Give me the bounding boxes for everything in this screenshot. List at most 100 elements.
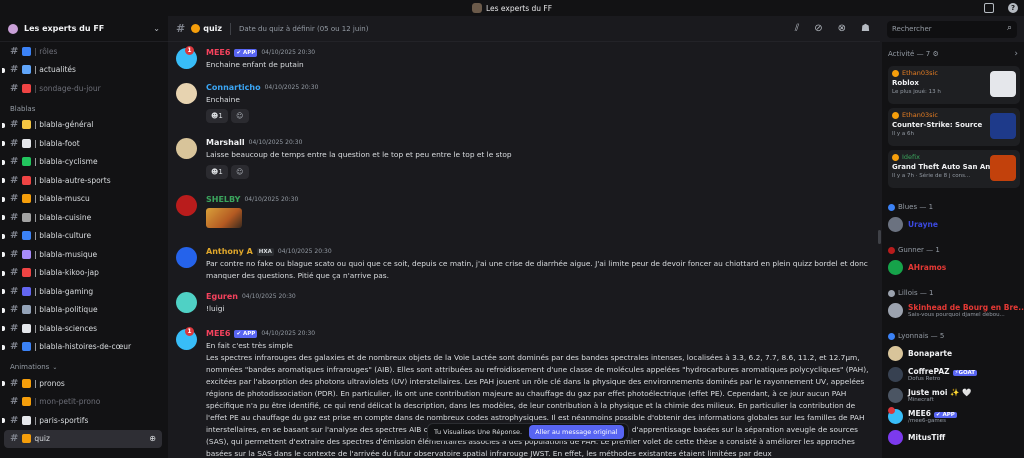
channel-blabla-foot[interactable]: # | blabla-foot (0, 134, 168, 153)
member-status: Minecraft (908, 397, 934, 403)
channel-blabla-muscu[interactable]: # | blabla-muscu (0, 190, 168, 209)
member-item[interactable]: CoffrePAZ ⚡GOAT Dofus Retro (888, 364, 1020, 385)
jump-to-original-button[interactable]: Aller au message original (529, 425, 624, 439)
member-status: Sais-vous pourquoi djamel débou... (908, 312, 1005, 318)
threads-icon[interactable]: ⫽ (795, 23, 799, 34)
activity-card[interactable]: Idefix Grand Theft Auto San And... Il y a … (888, 150, 1020, 188)
channel-label: | actualités (34, 65, 76, 75)
channel-blabla-général[interactable]: # | blabla-général (0, 116, 168, 135)
member-info: CoffrePAZ ⚡GOAT Dofus Retro (908, 367, 978, 382)
channel-label: | blabla-cyclisme (34, 157, 98, 167)
notifications-icon[interactable]: ⊘ (814, 23, 822, 34)
unread-indicator (2, 381, 5, 386)
channel-mon-petit-prono[interactable]: # | mon-petit-prono (0, 393, 168, 412)
author-name[interactable]: Eguren (206, 292, 238, 301)
member-info: Urayne (908, 220, 938, 229)
channel-topic[interactable]: Date du quiz à définir (05 ou 12 juin) (239, 25, 368, 33)
channel-label: quiz (34, 434, 50, 444)
member-name: MitusTiff (908, 433, 945, 442)
avatar[interactable] (176, 83, 197, 104)
channel-paris-sportifs[interactable]: # | paris-sportifs (0, 411, 168, 430)
message-list: 1 MEE6 ✔ APP 04/10/2025 20:30 Enchaine enfan… (168, 42, 880, 458)
message-header: MEE6 ✔ APP 04/10/2025 20:30 (206, 48, 315, 57)
reaction-emoji-icon: ☻ (211, 112, 219, 120)
author-name[interactable]: SHELBY (206, 195, 240, 204)
activity-card[interactable]: Ethan03sic Counter-Strike: Source Il y a 6… (888, 108, 1020, 146)
channel-actualités[interactable]: # | actualités (0, 61, 168, 80)
channel-blabla-politique[interactable]: # | blabla-politique (0, 301, 168, 320)
reaction-count: 1 (218, 112, 223, 120)
channel-sondage-du-jour[interactable]: # | sondage-du-jour (0, 79, 168, 98)
meme-image[interactable] (206, 208, 242, 228)
avatar[interactable] (176, 247, 197, 268)
member-item[interactable]: Urayne (888, 214, 1020, 235)
avatar[interactable] (176, 138, 197, 159)
hash-icon: # (10, 267, 19, 279)
member-item[interactable]: Skinhead de Bourg en Bre... Sais-vous pou… (888, 300, 1024, 321)
scrollbar[interactable] (878, 230, 881, 244)
pin-icon[interactable]: ⊗ (838, 23, 846, 34)
add-member-icon[interactable]: ⊕ (149, 434, 156, 443)
add-reaction-icon[interactable]: ☺ (230, 109, 249, 123)
channel-blabla-autre-sports[interactable]: # | blabla-autre-sports (0, 171, 168, 190)
channel-emoji-icon (22, 249, 32, 259)
activity-header[interactable]: Activité — 7 ⚙ › (888, 42, 1020, 66)
channel-blabla-sciences[interactable]: # | blabla-sciences (0, 319, 168, 338)
add-reaction-icon[interactable]: ☺ (230, 165, 249, 179)
member-item[interactable]: MEE6 ✔ APP/mee6-games (888, 406, 1020, 427)
author-name[interactable]: Anthony A (206, 247, 253, 256)
reaction[interactable]: ☻ 1 (206, 165, 228, 179)
server-header[interactable]: Les experts du FF ⌄ (0, 16, 168, 42)
channel-rôles[interactable]: # | rôles (0, 42, 168, 61)
channel-blabla-histoires-de-cœur[interactable]: # | blabla-histoires-de-cœur (0, 338, 168, 357)
channel-emoji-icon (22, 175, 32, 185)
channel-label: | blabla-cuisine (34, 212, 92, 222)
channel-emoji-icon (22, 268, 32, 278)
channel-blabla-gaming[interactable]: # | blabla-gaming (0, 282, 168, 301)
member-item[interactable]: AHramos (888, 257, 1020, 278)
channel-emoji-icon (22, 434, 32, 444)
channel-quiz[interactable]: # quiz ⊕ (4, 429, 162, 448)
channel-blabla-cyclisme[interactable]: # | blabla-cyclisme (0, 153, 168, 172)
hash-icon: # (10, 433, 19, 445)
inbox-icon[interactable] (984, 3, 994, 13)
member-item[interactable]: Juste moi ✨ 🤍 Minecraft (888, 385, 1020, 406)
avatar (888, 430, 903, 445)
member-item[interactable]: Bonaparte (888, 343, 1020, 364)
author-name[interactable]: Connarticho (206, 83, 261, 92)
channel-blabla-musique[interactable]: # | blabla-musique (0, 245, 168, 264)
role-group-label: Blues — 1 (898, 203, 934, 211)
channel-emoji-icon (22, 46, 32, 56)
author-name[interactable]: MEE6 (206, 329, 230, 338)
unread-indicator (2, 289, 5, 294)
role-group-label: Lillois — 1 (898, 289, 934, 297)
server-badge-icon (8, 23, 18, 34)
avatar (888, 346, 903, 361)
category-label: Blablas (10, 104, 36, 113)
avatar[interactable] (176, 292, 197, 313)
chevron-right-icon[interactable]: › (1014, 49, 1018, 59)
channel-blabla-cuisine[interactable]: # | blabla-cuisine (0, 208, 168, 227)
category-animations[interactable]: Animations ⌄ (0, 356, 168, 374)
member-item[interactable]: MitusTiff (888, 427, 1020, 448)
channel-pronos[interactable]: # | pronos (0, 374, 168, 393)
author-name[interactable]: Marshall (206, 138, 245, 147)
unread-indicator (2, 122, 5, 128)
help-icon[interactable]: ? (1008, 3, 1018, 13)
hash-icon: # (10, 119, 19, 131)
author-name[interactable]: MEE6 (206, 48, 230, 57)
chevron-down-icon[interactable]: ⌄ (153, 24, 160, 33)
unread-indicator (2, 215, 5, 220)
search-input[interactable]: Rechercher ⌕ (887, 21, 1017, 38)
channel-blabla-kikoo-jap[interactable]: # | blabla-kikoo-jap (0, 264, 168, 283)
reaction[interactable]: ☻ 1 (206, 109, 228, 123)
avatar[interactable] (176, 195, 197, 216)
category-blablas[interactable]: Blablas (0, 98, 168, 116)
timestamp: 04/10/2025 20:30 (248, 139, 303, 146)
hash-icon: # (10, 248, 19, 260)
user-avatar (892, 69, 899, 77)
channel-blabla-culture[interactable]: # | blabla-culture (0, 227, 168, 246)
activity-card[interactable]: Ethan03sic Roblox Le plus joué: 13 h (888, 66, 1020, 104)
members-icon[interactable]: ☗ (861, 23, 870, 34)
timestamp: 04/10/2025 20:30 (277, 248, 332, 255)
